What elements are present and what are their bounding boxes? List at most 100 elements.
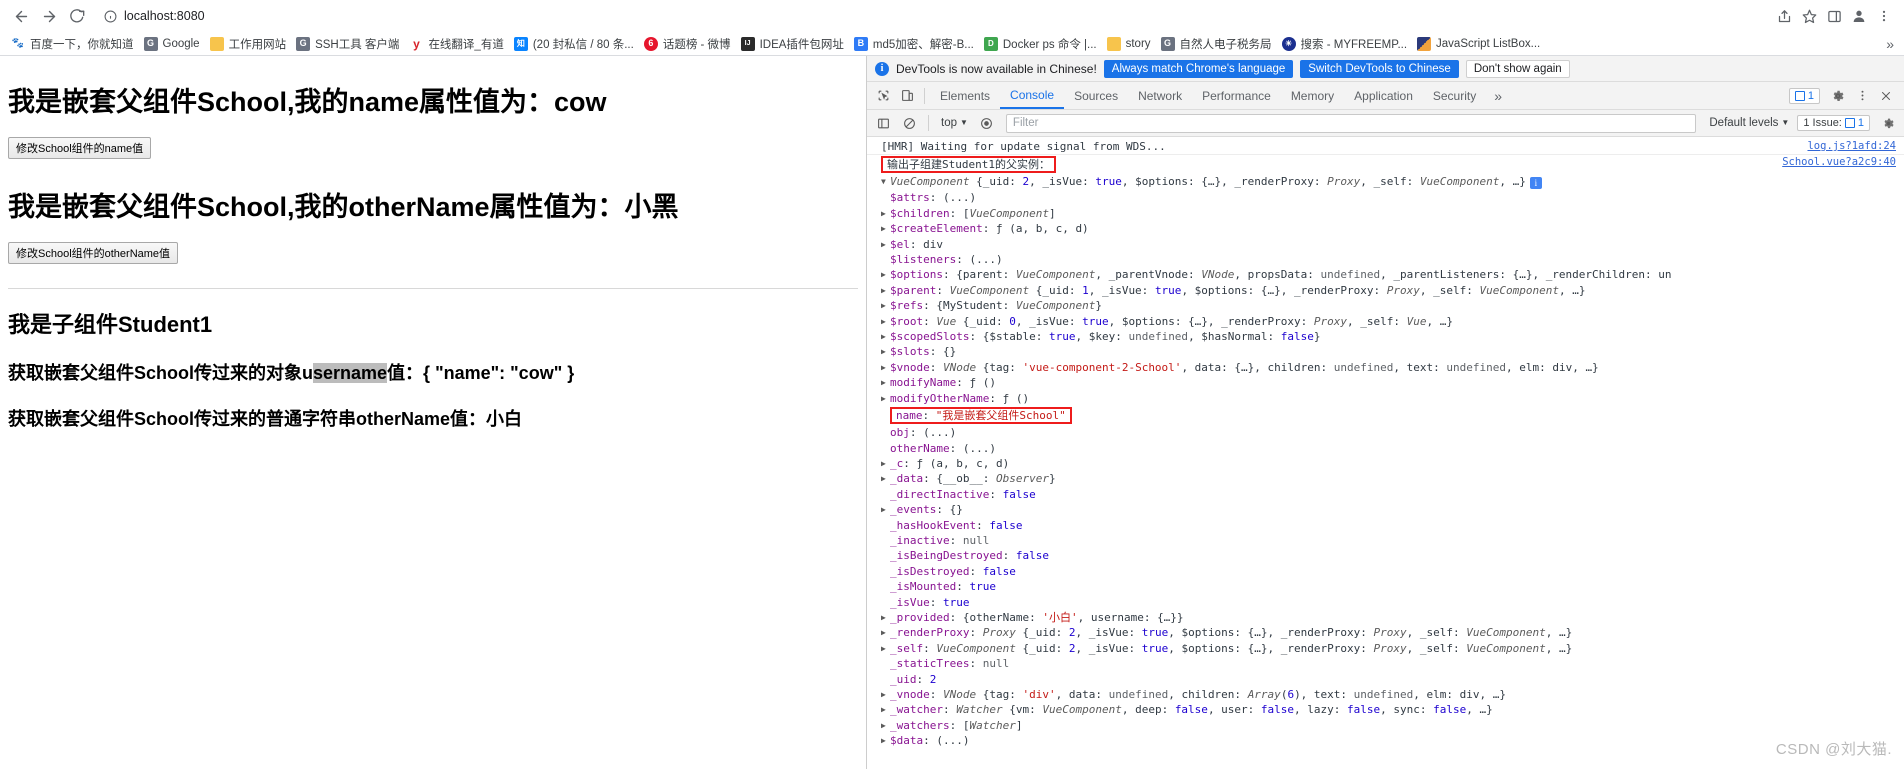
object-property-row[interactable]: _inactive: null <box>867 533 1904 548</box>
expand-arrow-icon[interactable]: ▶ <box>881 611 890 624</box>
dont-show-again-button[interactable]: Don't show again <box>1465 59 1570 78</box>
object-property-row[interactable]: ▶ $children: [VueComponent] <box>867 206 1904 221</box>
object-property-row[interactable]: _directInactive: false <box>867 487 1904 502</box>
expand-arrow-icon[interactable]: ▶ <box>881 719 890 732</box>
object-property-row[interactable]: ▶ $scopedSlots: {$stable: true, $key: und… <box>867 329 1904 344</box>
modify-school-name-button[interactable]: 修改School组件的name值 <box>8 137 152 159</box>
bookmark-folder[interactable]: story <box>1102 34 1156 54</box>
object-property-row[interactable]: ▶ _provided: {otherName: '小白', username: … <box>867 610 1904 625</box>
object-property-row[interactable]: ▶ $el: div <box>867 237 1904 252</box>
device-toolbar-icon[interactable] <box>895 84 919 108</box>
expand-arrow-icon[interactable]: ▶ <box>881 299 890 312</box>
console-settings-icon[interactable] <box>1876 111 1900 135</box>
bookmark-item[interactable]: G Google <box>139 34 205 54</box>
object-property-row[interactable]: ▶ $slots: {} <box>867 344 1904 359</box>
expand-arrow-icon[interactable]: ▶ <box>881 222 890 235</box>
bookmark-item[interactable]: IJ IDEA插件包网址 <box>736 34 849 54</box>
expand-arrow-icon[interactable]: ▶ <box>881 284 890 297</box>
forward-icon[interactable] <box>36 3 62 29</box>
object-property-row[interactable]: ▶ _self: VueComponent {_uid: 2, _isVue: t… <box>867 641 1904 656</box>
issues-button[interactable]: 1 Issue: 1 <box>1797 115 1870 131</box>
object-property-row[interactable]: ▶ _renderProxy: Proxy {_uid: 2, _isVue: t… <box>867 625 1904 640</box>
back-icon[interactable] <box>8 3 34 29</box>
object-property-row[interactable]: _isDestroyed: false <box>867 564 1904 579</box>
object-property-row[interactable]: $attrs: (...) <box>867 190 1904 205</box>
expand-arrow-icon[interactable]: ▶ <box>881 734 890 747</box>
object-property-row[interactable]: $listeners: (...) <box>867 252 1904 267</box>
share-icon[interactable] <box>1772 4 1796 28</box>
bookmark-folder[interactable]: 工作用网站 <box>205 34 292 54</box>
messages-count-chip[interactable]: 1 <box>1788 87 1820 104</box>
site-info-icon[interactable] <box>104 10 117 23</box>
tab-console[interactable]: Console <box>1000 82 1065 109</box>
expand-arrow-icon[interactable]: ▶ <box>881 345 890 358</box>
object-property-row[interactable]: obj: (...) <box>867 425 1904 440</box>
expand-arrow-icon[interactable]: ▶ <box>881 315 890 328</box>
object-property-row[interactable]: otherName: (...) <box>867 441 1904 456</box>
console-log-source[interactable]: School.vue?a2c9:40 <box>1782 156 1896 169</box>
expand-arrow-icon[interactable]: ▶ <box>881 376 890 389</box>
clear-console-icon[interactable] <box>897 111 921 135</box>
tab-network[interactable]: Network <box>1128 82 1192 109</box>
expand-arrow-icon[interactable]: ▶ <box>881 392 890 405</box>
modify-school-othername-button[interactable]: 修改School组件的otherName值 <box>8 242 179 264</box>
expand-arrow-icon[interactable]: ▼ <box>881 175 890 188</box>
bookmark-item[interactable]: 🐾 百度一下，你就知道 <box>6 34 139 54</box>
expand-arrow-icon[interactable]: ▶ <box>881 361 890 374</box>
bookmarks-overflow-icon[interactable]: » <box>1886 36 1898 52</box>
tab-performance[interactable]: Performance <box>1192 82 1281 109</box>
expand-arrow-icon[interactable]: ▶ <box>881 268 890 281</box>
profile-avatar-icon[interactable] <box>1847 4 1871 28</box>
live-expression-icon[interactable] <box>975 111 999 135</box>
inspect-element-icon[interactable] <box>871 84 895 108</box>
object-property-row[interactable]: ▶ _c: ƒ (a, b, c, d) <box>867 456 1904 471</box>
expand-arrow-icon[interactable]: ▶ <box>881 457 890 470</box>
object-property-row[interactable]: ▶ $data: (...) <box>867 733 1904 748</box>
object-property-row[interactable]: ▶ _vnode: VNode {tag: 'div', data: undefi… <box>867 687 1904 702</box>
bookmark-item[interactable]: 知 (20 封私信 / 80 条... <box>509 34 639 54</box>
object-property-row[interactable]: ▶ $options: {parent: VueComponent, _paren… <box>867 267 1904 282</box>
always-match-language-button[interactable]: Always match Chrome's language <box>1103 59 1294 78</box>
tab-elements[interactable]: Elements <box>930 82 1000 109</box>
bookmark-item[interactable]: D Docker ps 命令 |... <box>979 34 1102 54</box>
object-property-row[interactable]: ▶ $vnode: VNode {tag: 'vue-component-2-Sc… <box>867 360 1904 375</box>
bookmark-item[interactable]: 6 话题榜 - 微博 <box>639 34 736 54</box>
console-output[interactable]: [HMR] Waiting for update signal from WDS… <box>867 137 1904 769</box>
expand-arrow-icon[interactable]: ▶ <box>881 330 890 343</box>
object-property-row[interactable]: _isVue: true <box>867 595 1904 610</box>
switch-to-chinese-button[interactable]: Switch DevTools to Chinese <box>1300 59 1459 78</box>
object-property-row[interactable]: ▶ modifyOtherName: ƒ () <box>867 391 1904 406</box>
object-property-row[interactable]: ▶ $root: Vue {_uid: 0, _isVue: true, $opt… <box>867 314 1904 329</box>
object-property-row[interactable]: ▶ $parent: VueComponent {_uid: 1, _isVue:… <box>867 283 1904 298</box>
expand-arrow-icon[interactable]: ▶ <box>881 238 890 251</box>
object-property-row[interactable]: ▶ _watchers: [Watcher] <box>867 718 1904 733</box>
info-icon[interactable]: i <box>1529 177 1542 190</box>
object-property-row[interactable]: _uid: 2 <box>867 672 1904 687</box>
object-property-row[interactable]: ▶ _data: {__ob__: Observer} <box>867 471 1904 486</box>
bookmark-item[interactable]: y 在线翻译_有道 <box>404 34 508 54</box>
tab-sources[interactable]: Sources <box>1064 82 1128 109</box>
expand-arrow-icon[interactable]: ▶ <box>881 703 890 716</box>
object-property-row[interactable]: ▶ $createElement: ƒ (a, b, c, d) <box>867 221 1904 236</box>
chrome-menu-icon[interactable] <box>1872 4 1896 28</box>
log-levels-selector[interactable]: Default levels ▼ <box>1703 117 1795 129</box>
console-sidebar-icon[interactable] <box>871 111 895 135</box>
gear-icon[interactable] <box>1826 84 1850 108</box>
reload-icon[interactable] <box>64 3 90 29</box>
console-filter-input[interactable]: Filter <box>1005 113 1697 133</box>
side-panel-icon[interactable] <box>1822 4 1846 28</box>
tab-memory[interactable]: Memory <box>1281 82 1344 109</box>
bookmark-item[interactable]: JavaScript ListBox... <box>1412 34 1545 54</box>
close-devtools-icon[interactable] <box>1874 84 1898 108</box>
object-property-row[interactable]: ▶ modifyName: ƒ () <box>867 375 1904 390</box>
object-property-row[interactable]: ▶ _events: {} <box>867 502 1904 517</box>
object-property-row[interactable]: _staticTrees: null <box>867 656 1904 671</box>
object-property-row[interactable]: _hasHookEvent: false <box>867 518 1904 533</box>
expand-arrow-icon[interactable]: ▶ <box>881 207 890 220</box>
console-log-source[interactable]: log.js?1afd:24 <box>1807 140 1896 153</box>
tab-application[interactable]: Application <box>1344 82 1423 109</box>
bookmark-item[interactable]: G SSH工具 客户端 <box>291 34 404 54</box>
bookmark-item[interactable]: B md5加密、解密-B... <box>849 34 979 54</box>
execution-context-selector[interactable]: top ▼ <box>936 117 973 129</box>
expand-arrow-icon[interactable]: ▶ <box>881 503 890 516</box>
